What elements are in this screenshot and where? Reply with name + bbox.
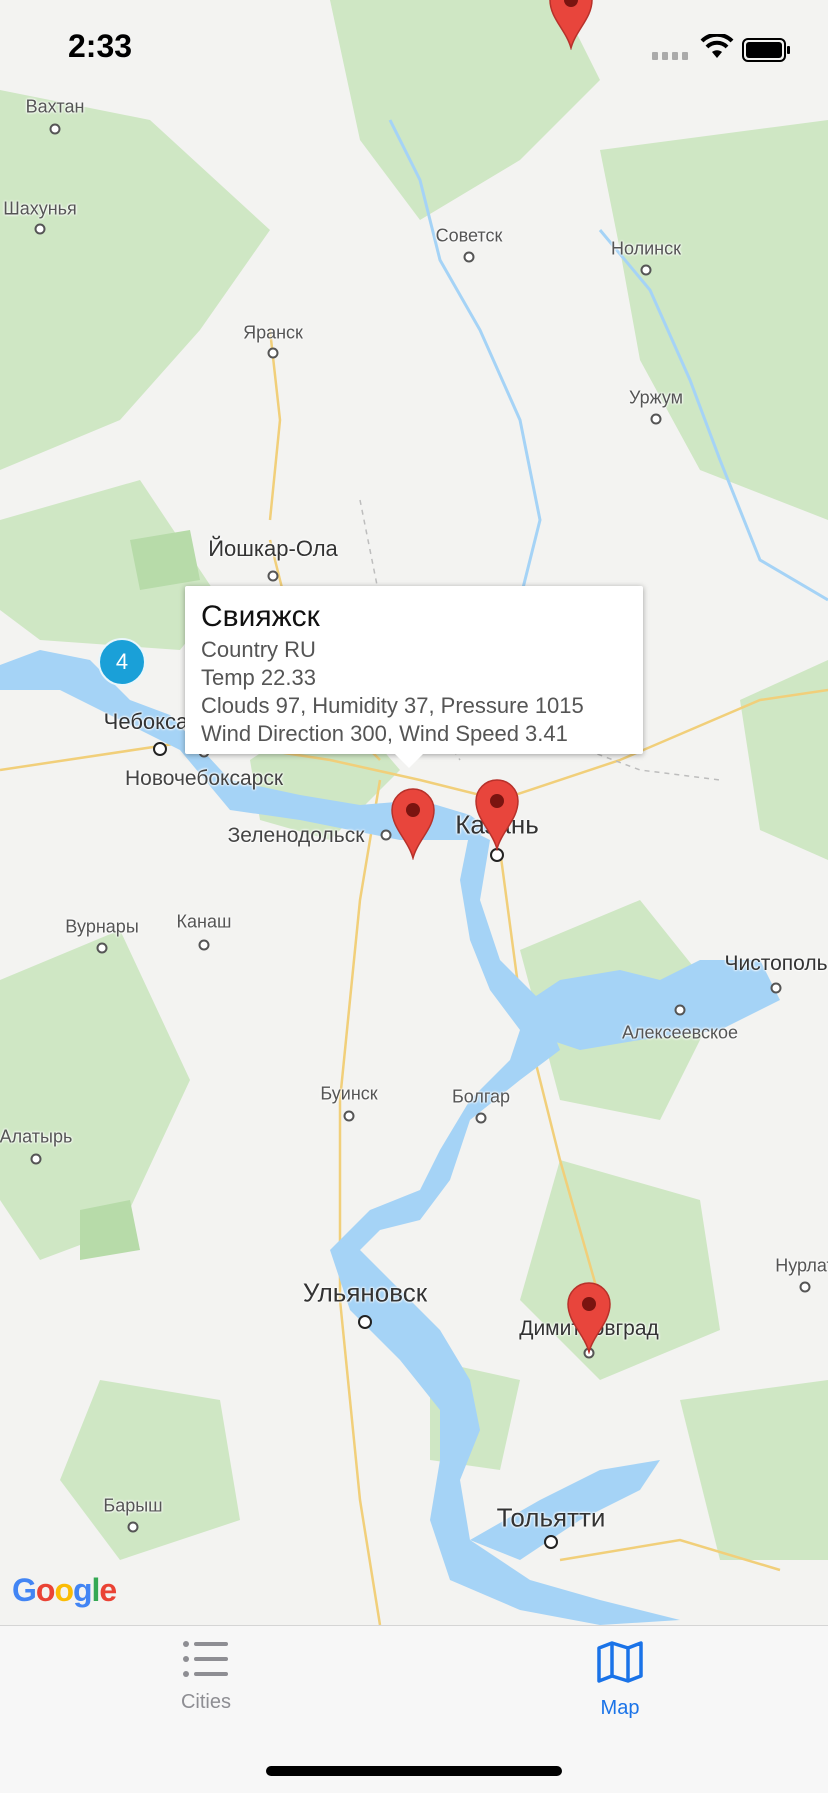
wifi-icon <box>700 34 734 58</box>
city-dot <box>799 1281 811 1293</box>
info-window-wind: Wind Direction 300, Wind Speed 3.41 <box>201 721 568 746</box>
map-icon <box>597 1641 643 1683</box>
battery-icon <box>742 38 790 62</box>
city-dot <box>153 742 167 756</box>
city-dot <box>343 1110 355 1122</box>
city-label: Советск <box>435 225 503 246</box>
city-label: Зеленодольск <box>227 824 365 847</box>
city-label: Чистополь <box>724 952 828 975</box>
tab-cities[interactable]: Cities <box>106 1640 306 1714</box>
info-window-title: Свияжск <box>201 600 320 633</box>
city-label: Болгар <box>451 1086 511 1107</box>
google-logo[interactable]: Google <box>12 1572 117 1609</box>
city-label: Тольятти <box>496 1502 606 1533</box>
city-label: Барыш <box>103 1495 163 1516</box>
city-dot <box>640 264 652 276</box>
city-label: Алексеевское <box>621 1022 739 1043</box>
home-indicator[interactable] <box>266 1766 562 1776</box>
status-bar: 2:33 <box>0 0 828 100</box>
map-pin-icon[interactable] <box>566 1282 612 1354</box>
city-dot <box>463 251 475 263</box>
city-label: Яранск <box>243 322 303 343</box>
city-label: Алатырь <box>0 1126 73 1147</box>
info-window-temp: Temp 22.33 <box>201 665 316 690</box>
status-time: 2:33 <box>68 28 133 64</box>
info-window-details: Clouds 97, Humidity 37, Pressure 1015 <box>201 693 584 718</box>
info-window[interactable]: Свияжск Country RU Temp 22.33 Clouds 97,… <box>185 586 643 768</box>
city-label: Нурлат <box>775 1255 828 1276</box>
list-icon <box>183 1641 228 1677</box>
city-label: Буинск <box>320 1083 378 1104</box>
tab-map[interactable]: Map <box>520 1640 720 1720</box>
city-dot <box>127 1521 139 1533</box>
city-dot <box>674 1004 686 1016</box>
city-dot <box>267 347 279 359</box>
city-label: Нолинск <box>611 238 681 259</box>
city-label: Шахунья <box>3 198 77 219</box>
map-view[interactable]: Вахтан Шахунья Советск Нолинск Яранск Ур… <box>0 0 828 1625</box>
map-pin-icon[interactable] <box>390 788 436 860</box>
city-label: Уржум <box>628 387 684 408</box>
city-label: Йошкар-Ола <box>208 536 338 561</box>
marker-cluster[interactable]: 4 <box>98 638 146 686</box>
cellular-signal-icon <box>652 52 688 60</box>
city-label: Канаш <box>176 911 232 932</box>
city-dot <box>34 223 46 235</box>
city-dot <box>475 1112 487 1124</box>
city-dot <box>650 413 662 425</box>
map-pin-icon[interactable] <box>474 779 520 851</box>
city-dot <box>30 1153 42 1165</box>
tab-cities-label: Cities <box>180 1691 231 1713</box>
city-dot <box>770 982 782 994</box>
city-label: Ульяновск <box>302 1277 428 1308</box>
city-label: Новочебоксарск <box>124 767 284 790</box>
city-dot <box>198 939 210 951</box>
city-dot <box>49 123 61 135</box>
city-dot <box>267 570 279 582</box>
city-label: Вурнары <box>65 916 139 937</box>
city-dot <box>358 1315 372 1329</box>
cluster-count: 4 <box>115 649 129 674</box>
info-window-country: Country RU <box>201 637 316 662</box>
city-dot <box>96 942 108 954</box>
tab-map-label: Map <box>600 1697 640 1719</box>
city-dot <box>544 1535 558 1549</box>
